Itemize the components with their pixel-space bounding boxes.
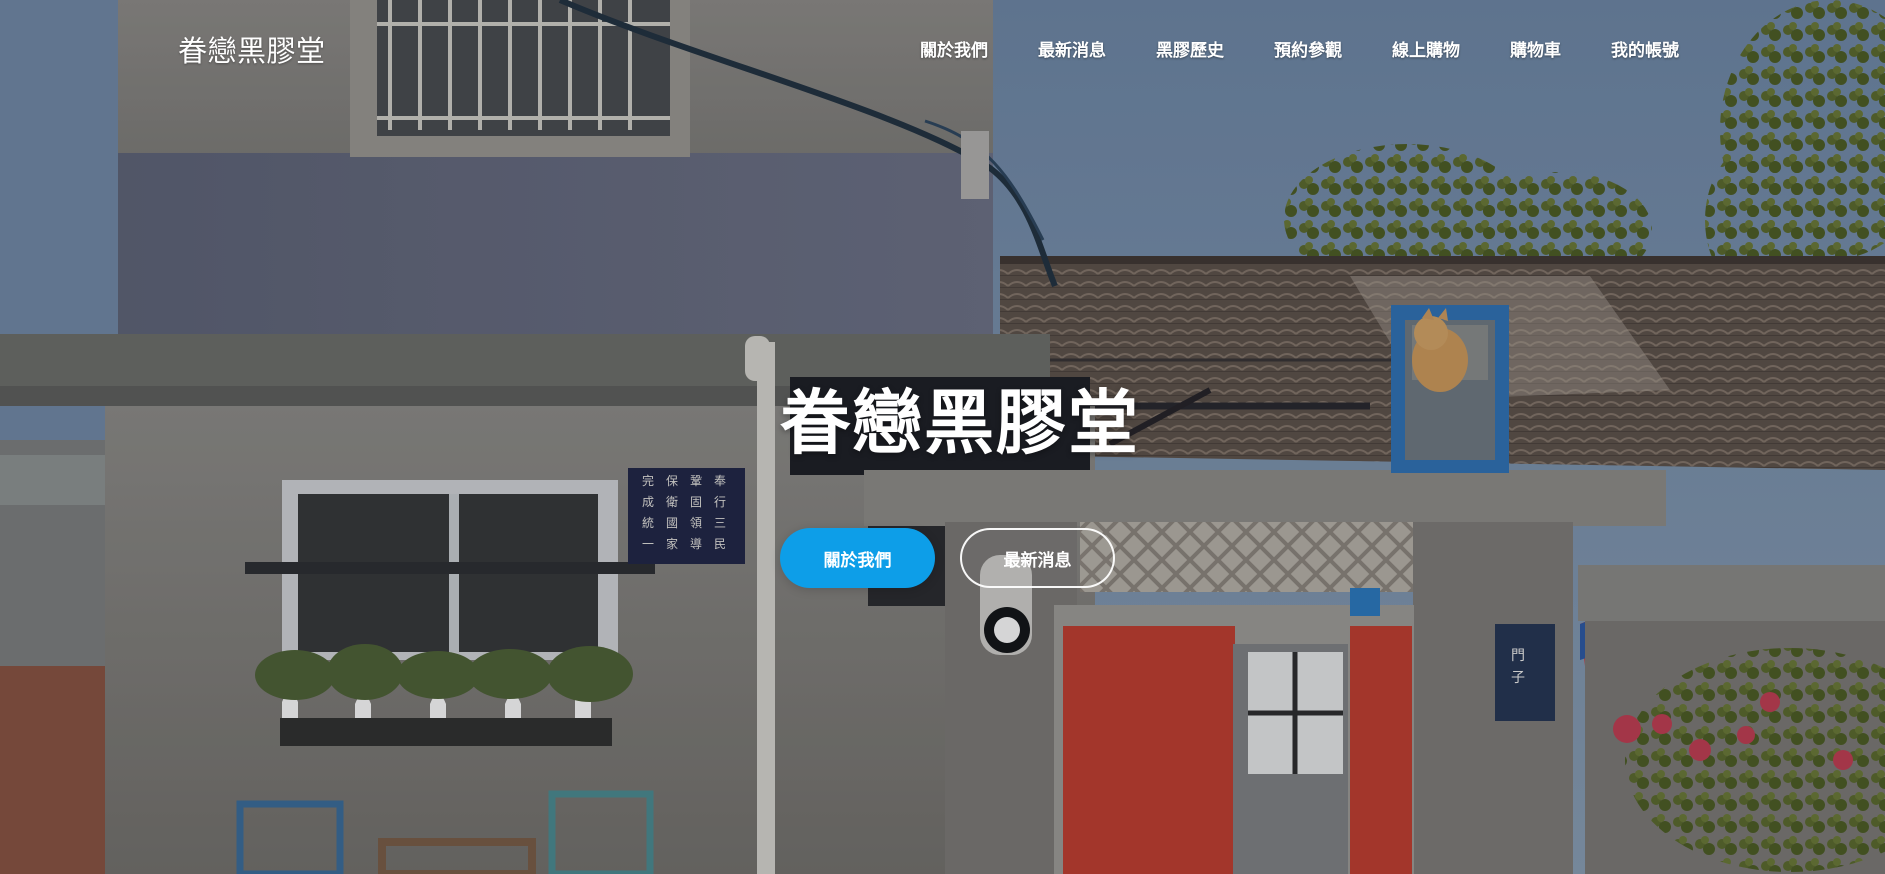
nav-link-shopping-cart[interactable]: 購物車	[1510, 41, 1561, 61]
menu-item-news: 最新消息	[1038, 36, 1106, 61]
nav-link-visit-booking[interactable]: 預約參觀	[1274, 41, 1342, 61]
hero-content: 眷戀黑膠堂 關於我們 最新消息	[780, 382, 1140, 588]
nav-link-about-us[interactable]: 關於我們	[920, 41, 988, 61]
hero-section: 完成統一 保衛國家 鞏固領導 奉行三民 門 子 眷戀黑膠堂 關於我們 最新消息 …	[0, 0, 1885, 874]
hero-actions: 關於我們 最新消息	[780, 528, 1115, 588]
nav-link-online-shop[interactable]: 線上購物	[1392, 41, 1460, 61]
nav-link-latest-news[interactable]: 最新消息	[1038, 41, 1106, 61]
menu-item-history: 黑膠歷史	[1156, 36, 1224, 61]
menu-item-booking: 預約參觀	[1274, 36, 1342, 61]
main-menu: 關於我們 最新消息 黑膠歷史 預約參觀 線上購物 購物車 我的帳號	[920, 36, 1679, 61]
menu-item-about: 關於我們	[920, 36, 988, 61]
site-brand[interactable]: 眷戀黑膠堂	[178, 28, 326, 70]
nav-link-vinyl-history[interactable]: 黑膠歷史	[1156, 41, 1224, 61]
hero-title: 眷戀黑膠堂	[780, 382, 1140, 464]
latest-news-button[interactable]: 最新消息	[960, 528, 1115, 588]
menu-item-cart: 購物車	[1510, 36, 1561, 61]
top-navigation: 眷戀黑膠堂 關於我們 最新消息 黑膠歷史 預約參觀 線上購物 購物車 我的帳號	[0, 0, 1885, 96]
menu-item-shop: 線上購物	[1392, 36, 1460, 61]
nav-link-my-account[interactable]: 我的帳號	[1611, 41, 1679, 61]
menu-item-account: 我的帳號	[1611, 36, 1679, 61]
about-us-button[interactable]: 關於我們	[780, 528, 935, 588]
